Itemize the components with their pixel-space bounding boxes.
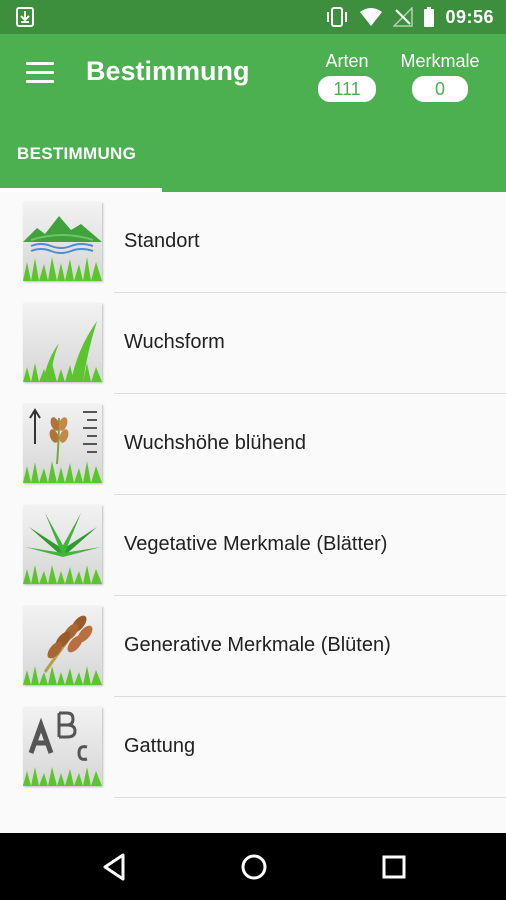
system-nav-bar	[0, 833, 506, 900]
list-item-label: Wuchshöhe blühend	[124, 432, 306, 454]
list-item-label: Vegetative Merkmale (Blätter)	[124, 533, 388, 555]
flower-ear-icon	[23, 606, 102, 685]
arten-label: Arten	[325, 51, 369, 71]
list-item-wuchsform[interactable]: Wuchsform	[0, 293, 506, 394]
list-item-gattung[interactable]: Gattung	[0, 697, 506, 798]
category-list: Standort Wuchsform Wuchshöhe blühend Veg…	[0, 192, 506, 798]
letters-abc-icon	[23, 707, 102, 786]
arten-count-badge: 111	[318, 76, 376, 102]
grass-growth-icon	[23, 303, 102, 382]
recent-apps-icon[interactable]	[377, 850, 411, 884]
status-bar: 09:56	[0, 0, 506, 34]
landscape-icon	[23, 202, 102, 281]
tab-label: BESTIMMUNG	[17, 144, 137, 163]
list-item-label: Generative Merkmale (Blüten)	[124, 634, 391, 656]
merkmale-label: Merkmale	[400, 51, 480, 71]
merkmale-counter: Merkmale 0	[394, 50, 486, 102]
download-icon	[16, 7, 34, 27]
home-icon[interactable]	[237, 850, 271, 884]
merkmale-count-badge: 0	[412, 76, 468, 102]
leaves-icon	[23, 505, 102, 584]
list-item-wuchshoehe[interactable]: Wuchshöhe blühend	[0, 394, 506, 495]
no-signal-icon	[393, 7, 414, 27]
list-item-standort[interactable]: Standort	[0, 192, 506, 293]
vibrate-icon	[327, 7, 348, 27]
battery-icon	[424, 7, 435, 27]
list-item-label: Gattung	[124, 735, 196, 757]
tab-bestimmung[interactable]: BESTIMMUNG	[0, 144, 162, 192]
app-bar: Bestimmung Arten 111 Merkmale 0 BESTIMMU…	[0, 34, 506, 192]
page-title: Bestimmung	[86, 56, 250, 86]
arten-counter: Arten 111	[318, 50, 376, 102]
list-item-vegetative[interactable]: Vegetative Merkmale (Blätter)	[0, 495, 506, 596]
list-item-label: Standort	[124, 230, 200, 252]
hamburger-menu-icon[interactable]	[26, 62, 54, 86]
wifi-icon	[360, 8, 383, 26]
divider	[114, 797, 506, 798]
status-time: 09:56	[445, 6, 494, 27]
height-scale-icon	[23, 404, 102, 483]
list-item-label: Wuchsform	[124, 331, 225, 353]
back-icon[interactable]	[98, 850, 132, 884]
list-item-generative[interactable]: Generative Merkmale (Blüten)	[0, 596, 506, 697]
